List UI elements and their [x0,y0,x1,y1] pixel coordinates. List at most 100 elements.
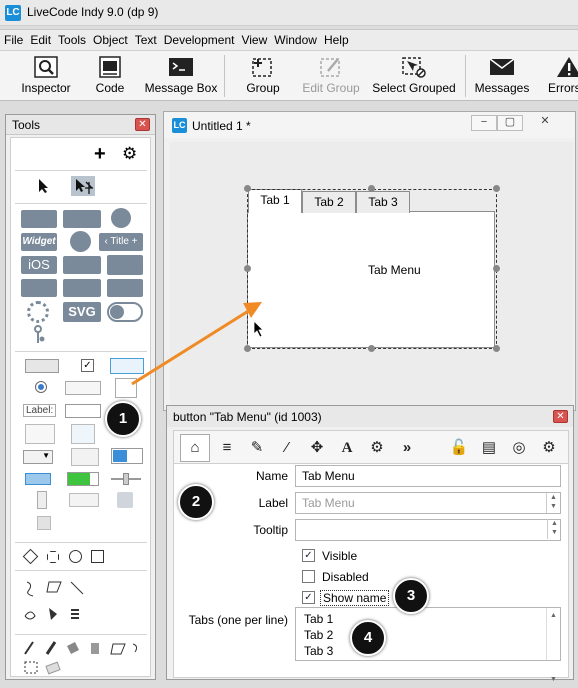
menu-bar: File Edit Tools Object Text Development View Wi… [0,29,578,51]
browse-arrow-icon[interactable] [37,178,51,194]
option-menu-tool-icon[interactable]: ▼ [23,450,53,464]
label-field-tool-icon[interactable]: Label: [23,404,57,417]
tooltip-field[interactable] [295,519,561,541]
diamond-shape-icon[interactable] [22,548,39,565]
little-arrows-tool-icon[interactable] [37,491,47,509]
radio-tool-icon[interactable] [35,381,47,393]
progress-bar-tool-icon[interactable] [25,473,51,485]
paint-tools-icons[interactable] [21,640,149,676]
tabs-scrollbar[interactable]: ▲ ▼ [546,608,560,683]
player-tool-icon[interactable] [37,516,51,530]
menu-development[interactable]: Development [160,30,238,47]
image-tool-icon[interactable] [117,492,133,508]
pencil-icon[interactable]: ✎ [247,438,267,458]
stack-close-button[interactable]: ✕ [532,115,558,131]
label-field[interactable]: Tab Menu ▲ ▼ [295,492,561,514]
label-spinner[interactable]: ▲ ▼ [546,493,560,513]
resize-handle[interactable] [368,185,375,192]
table-field-tool-icon[interactable] [25,424,55,444]
select-grouped-button[interactable]: Select Grouped [370,51,458,101]
svg-widget-icon[interactable]: SVG [63,302,101,322]
tab-panel-tool-icon[interactable] [115,378,137,398]
segmented-widget-icon[interactable] [107,279,143,297]
progress-green-tool-icon[interactable] [67,472,99,486]
messages-button[interactable]: Messages [473,51,531,101]
select-object-icon[interactable]: ▤ [479,438,499,458]
pulldown-menu-tool-icon[interactable] [71,448,99,466]
group-button[interactable]: Group [241,51,285,101]
menu-edit[interactable]: Edit [26,30,54,47]
resize-handle[interactable] [493,345,500,352]
rating-widget-icon[interactable] [63,279,101,297]
graphic-tools-icons[interactable] [23,578,133,632]
line-graph-widget-icon[interactable] [63,256,101,274]
disabled-checkbox[interactable] [302,570,315,583]
tools-close-button[interactable]: ✕ [135,118,150,131]
rectangle-button-tool-icon[interactable] [65,381,101,395]
spinner-widget-icon[interactable] [27,301,49,323]
inspector-button[interactable]: Inspector [14,51,78,101]
show-name-checkbox[interactable]: ✓ [302,591,315,604]
lock-icon[interactable]: 🔓 [449,438,469,458]
menu-text[interactable]: Text [131,30,160,47]
menu-object[interactable]: Object [89,30,131,47]
errors-button[interactable]: Errors [540,51,578,101]
menu-tools[interactable]: Tools [54,30,89,47]
push-button-tool-icon[interactable] [25,359,59,373]
gear-icon[interactable]: ⚙ [122,144,137,164]
nav-bar-widget-icon[interactable] [21,279,57,297]
resize-handle[interactable] [244,345,251,352]
menu-view[interactable]: View [237,30,270,47]
minimize-button[interactable]: − [471,115,497,131]
resize-handle[interactable] [493,185,500,192]
resize-handle[interactable] [493,265,500,272]
list-field-tool-icon[interactable] [71,424,95,444]
text-format-icon[interactable]: A [337,438,357,458]
tooltip-label: Tooltip [253,523,288,537]
target-icon[interactable]: ◎ [509,438,529,458]
add-icon[interactable]: + [94,143,106,166]
android-button-widget-icon[interactable] [21,210,57,228]
ios-widget-icon[interactable]: iOS [21,256,57,274]
tabs-text-area[interactable]: Tab 1 Tab 2 Tab 3 ▲ ▼ [295,607,561,683]
checkbox-tool-icon[interactable]: ✓ [81,359,94,372]
app-title: LiveCode Indy 9.0 (dp 9) [27,5,159,19]
magic-wand-icon[interactable]: ⁄ [277,438,297,458]
polygon-shape-icon[interactable] [47,551,59,563]
scrollbar-tool-icon[interactable] [69,493,99,507]
native-player-widget-icon[interactable] [107,255,143,275]
resize-handle[interactable] [368,345,375,352]
visible-checkbox[interactable]: ✓ [302,549,315,562]
code-button[interactable]: Code [89,51,131,101]
inspector-close-button[interactable]: ✕ [553,410,568,423]
switch-widget-icon[interactable] [107,302,143,322]
slider-tool-icon[interactable] [111,473,141,485]
combo-box-tool-icon[interactable] [111,448,143,464]
android-field-widget-icon[interactable] [63,210,101,228]
home-icon[interactable]: ⌂ [180,434,210,462]
more-icon[interactable]: » [397,438,417,458]
clock-widget-icon[interactable] [70,231,91,252]
name-field[interactable]: Tab Menu [295,465,561,487]
header-bar-widget-icon[interactable]: ‹ Title + [99,233,143,251]
oval-shape-icon[interactable] [69,550,82,563]
resize-handle[interactable] [244,265,251,272]
menu-file[interactable]: File [0,30,26,47]
browser-widget-icon[interactable] [111,208,131,228]
advanced-gear-icon[interactable]: ⚙ [367,438,387,458]
message-box-button[interactable]: Message Box [143,51,219,101]
tree-view-widget-icon[interactable] [33,325,45,345]
default-button-tool-icon[interactable] [110,358,144,374]
edit-group-button[interactable]: Edit Group [299,51,363,101]
settings-gear-icon[interactable]: ⚙ [539,438,559,458]
rectangle-shape-icon[interactable] [91,550,104,563]
menu-help[interactable]: Help [320,30,352,47]
move-icon[interactable]: ✥ [307,438,327,458]
menu-window[interactable]: Window [270,30,320,47]
text-entry-field-tool-icon[interactable] [65,404,101,418]
edit-pointer-icon[interactable] [71,176,95,196]
database-icon[interactable]: ≡ [217,438,237,458]
maximize-button[interactable]: ▢ [497,115,523,131]
resize-handle[interactable] [244,185,251,192]
widget-icon[interactable]: Widget [21,233,57,251]
